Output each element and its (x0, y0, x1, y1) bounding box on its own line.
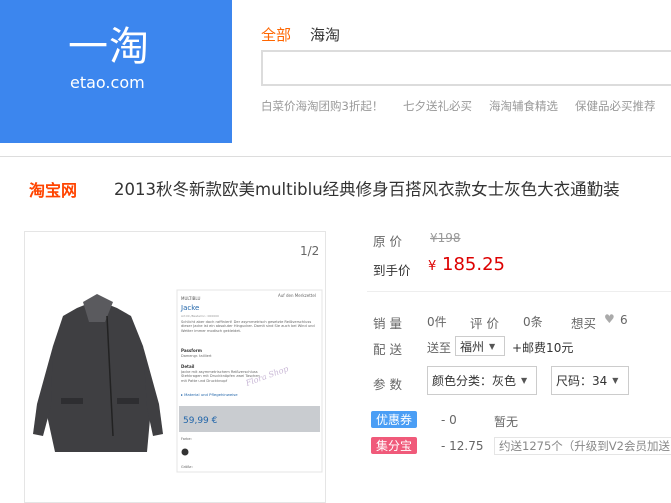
jifenbao-note: 约送1275个（升级到V2会员加送 (494, 437, 671, 455)
want-label: 想买 (571, 316, 597, 331)
shipping-fee: +邮费10元 (512, 341, 574, 355)
sales-value: 0件 (427, 315, 447, 329)
city-select[interactable]: 福州 ▼ (455, 336, 505, 356)
reviews-value: 0条 (523, 315, 543, 329)
coupon-note: 暂无 (494, 415, 519, 429)
etao-logo-block[interactable]: 一淘 etao.com (0, 0, 232, 143)
delivery-to: 送至 (427, 341, 452, 355)
reviews-label: 评 价 (470, 316, 499, 331)
img-art: Art.Nr./Bestellnr.: 000000 (181, 314, 219, 318)
chevron-down-icon: ▼ (612, 376, 619, 385)
color-select[interactable]: 颜色分类：灰色 ▼ (427, 366, 537, 395)
coat-picture: Auf den Merkzettel MULTIBLU Jacke Art.Nr… (25, 286, 324, 476)
img-material-link: ▸ Material und Pflegehinweise (181, 392, 238, 397)
tab-haitao[interactable]: 海淘 (310, 24, 340, 45)
hot-word-1[interactable]: 白菜价海淘团购3折起！ (261, 98, 383, 114)
orig-price: ¥198 (430, 231, 461, 245)
image-counter: 1/2 (300, 244, 320, 258)
want-count: 6 (620, 313, 628, 327)
img-name: Jacke (180, 304, 199, 312)
sales-label: 销 量 (373, 316, 402, 331)
color-value: 颜色分类：灰色 (432, 374, 517, 388)
orig-price-label: 原 价 (373, 234, 402, 249)
info-separator (367, 291, 671, 292)
jifenbao-tag: 集分宝 (371, 437, 417, 454)
taobao-logo[interactable]: 淘宝网 (29, 177, 77, 201)
img-desc: Schlicht aber doch raffiniert! Der asymm… (181, 320, 315, 333)
final-price-value: 185.25 (442, 254, 505, 275)
final-price-label: 到手价 (373, 263, 411, 278)
search-input[interactable] (261, 50, 671, 86)
header-divider (0, 156, 671, 157)
logo-mark: 一淘 (68, 24, 150, 70)
logo-text: etao.com (70, 73, 145, 92)
product-title: 2013秋冬新款欧美multiblu经典修身百搭风衣款女士灰色大衣通勤装 (114, 180, 620, 199)
chevron-down-icon: ▼ (521, 376, 528, 385)
img-farbe: Farbe: (181, 437, 192, 441)
hot-word-2[interactable]: 七夕送礼必买 (403, 98, 472, 114)
tab-all[interactable]: 全部 (261, 24, 291, 45)
coupon-value: - 0 (441, 413, 457, 427)
hot-word-3[interactable]: 海淘辅食精选 (489, 98, 558, 114)
params-label: 参 数 (373, 377, 402, 392)
img-note: Auf den Merkzettel (278, 293, 316, 298)
coupon-tag: 优惠券 (371, 411, 417, 428)
img-brand: MULTIBLU (181, 296, 200, 301)
size-select[interactable]: 尺码：34 ▼ (551, 366, 629, 395)
delivery-label: 配 送 (373, 342, 402, 357)
heart-icon[interactable]: ♥ (604, 312, 615, 326)
size-value: 尺码：34 (556, 374, 608, 388)
img-detail-title: Detail (181, 364, 195, 369)
img-price: 59,99 € (183, 416, 218, 426)
jifenbao-value: - 12.75 (441, 439, 484, 453)
img-fit-text: Damengr. tailliert (181, 354, 212, 358)
img-fit-title: Passform (181, 348, 202, 353)
city-value: 福州 (460, 339, 485, 354)
currency-symbol: ¥ (428, 259, 437, 274)
hot-word-4[interactable]: 保健品必买推荐 (575, 98, 656, 114)
chevron-down-icon: ▼ (489, 341, 496, 351)
product-image[interactable]: Auf den Merkzettel MULTIBLU Jacke Art.Nr… (25, 286, 324, 476)
final-price: ¥ 185.25 (428, 254, 505, 275)
img-groesse: Größe: (181, 465, 193, 469)
